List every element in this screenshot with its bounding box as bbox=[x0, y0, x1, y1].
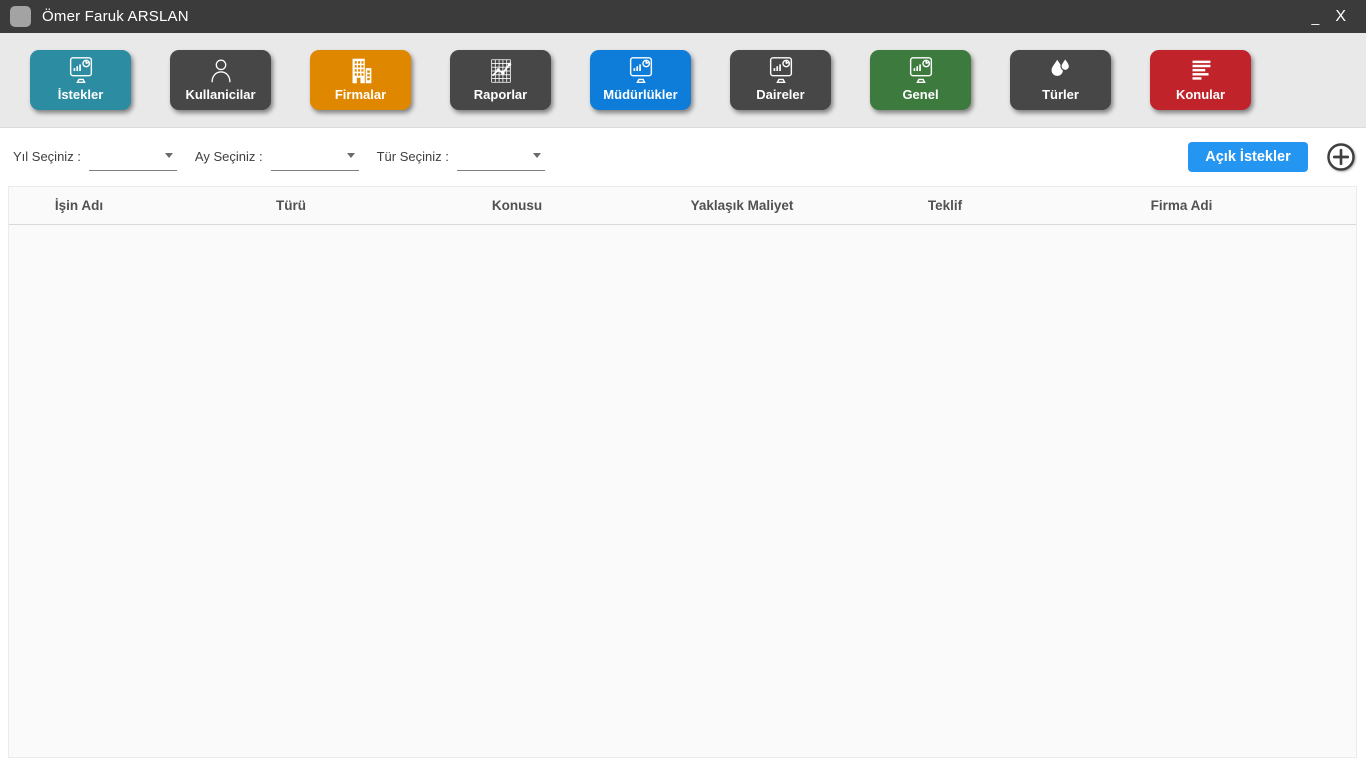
type-filter-group: Tür Seçiniz : bbox=[377, 144, 545, 171]
column-header-isin-adi[interactable]: İşin Adı bbox=[9, 198, 149, 213]
nav-button-label: Daireler bbox=[756, 88, 804, 102]
nav-button-label: Konular bbox=[1176, 88, 1225, 102]
column-header-konusu[interactable]: Konusu bbox=[433, 198, 601, 213]
add-request-button[interactable] bbox=[1325, 141, 1357, 173]
nav-button-kullanicilar[interactable]: Kullanicilar bbox=[170, 50, 271, 110]
monitor-chart-icon bbox=[625, 55, 657, 87]
month-select[interactable] bbox=[271, 144, 359, 171]
drops-icon bbox=[1045, 55, 1077, 87]
nav-button-turler[interactable]: Türler bbox=[1010, 50, 1111, 110]
year-filter-label: Yıl Seçiniz : bbox=[13, 149, 81, 171]
monitor-chart-icon bbox=[765, 55, 797, 87]
year-filter-group: Yıl Seçiniz : bbox=[13, 144, 177, 171]
nav-button-label: İstekler bbox=[58, 88, 104, 102]
requests-table: İşin Adı Türü Konusu Yaklaşık Maliyet Te… bbox=[8, 186, 1357, 758]
filter-bar: Yıl Seçiniz : Ay Seçiniz : Tür Seçiniz :… bbox=[0, 128, 1366, 186]
type-select[interactable] bbox=[457, 144, 545, 171]
nav-button-firmalar[interactable]: Firmalar bbox=[310, 50, 411, 110]
nav-button-istekler[interactable]: İstekler bbox=[30, 50, 131, 110]
nav-button-label: Genel bbox=[902, 88, 938, 102]
year-select[interactable] bbox=[89, 144, 177, 171]
app-icon bbox=[10, 6, 31, 27]
nav-button-label: Kullanicilar bbox=[185, 88, 255, 102]
nav-button-mudurlukler[interactable]: Müdürlükler bbox=[590, 50, 691, 110]
window-title: Ömer Faruk ARSLAN bbox=[42, 8, 189, 25]
monitor-chart-icon bbox=[65, 55, 97, 87]
chevron-down-icon bbox=[533, 153, 541, 158]
nav-button-label: Raporlar bbox=[474, 88, 527, 102]
nav-button-label: Firmalar bbox=[335, 88, 386, 102]
report-graph-icon bbox=[485, 55, 517, 87]
plus-circle-icon bbox=[1325, 161, 1357, 176]
column-header-firma-adi[interactable]: Firma Adi bbox=[1007, 198, 1356, 213]
nav-button-raporlar[interactable]: Raporlar bbox=[450, 50, 551, 110]
month-filter-label: Ay Seçiniz : bbox=[195, 149, 263, 171]
titlebar: Ömer Faruk ARSLAN _ X bbox=[0, 0, 1366, 33]
table-body-empty bbox=[9, 225, 1356, 758]
nav-button-konular[interactable]: Konular bbox=[1150, 50, 1251, 110]
close-button[interactable]: X bbox=[1329, 8, 1352, 26]
chevron-down-icon bbox=[165, 153, 173, 158]
table-header-row: İşin Adı Türü Konusu Yaklaşık Maliyet Te… bbox=[9, 187, 1356, 225]
nav-button-genel[interactable]: Genel bbox=[870, 50, 971, 110]
nav-button-label: Türler bbox=[1042, 88, 1079, 102]
type-filter-label: Tür Seçiniz : bbox=[377, 149, 449, 171]
monitor-chart-icon bbox=[905, 55, 937, 87]
month-filter-group: Ay Seçiniz : bbox=[195, 144, 359, 171]
chevron-down-icon bbox=[347, 153, 355, 158]
column-header-turu[interactable]: Türü bbox=[149, 198, 433, 213]
column-header-yaklasik-maliyet[interactable]: Yaklaşık Maliyet bbox=[601, 198, 883, 213]
open-requests-button[interactable]: Açık İstekler bbox=[1188, 142, 1308, 172]
column-header-teklif[interactable]: Teklif bbox=[883, 198, 1007, 213]
user-icon bbox=[205, 55, 237, 87]
list-lines-icon bbox=[1185, 55, 1217, 87]
nav-button-label: Müdürlükler bbox=[603, 88, 677, 102]
nav-button-daireler[interactable]: Daireler bbox=[730, 50, 831, 110]
minimize-button[interactable]: _ bbox=[1302, 9, 1330, 25]
window-controls: _ X bbox=[1302, 8, 1366, 26]
building-icon bbox=[345, 55, 377, 87]
toolbar: İstekler Kullanicilar Firmalar bbox=[0, 33, 1366, 128]
